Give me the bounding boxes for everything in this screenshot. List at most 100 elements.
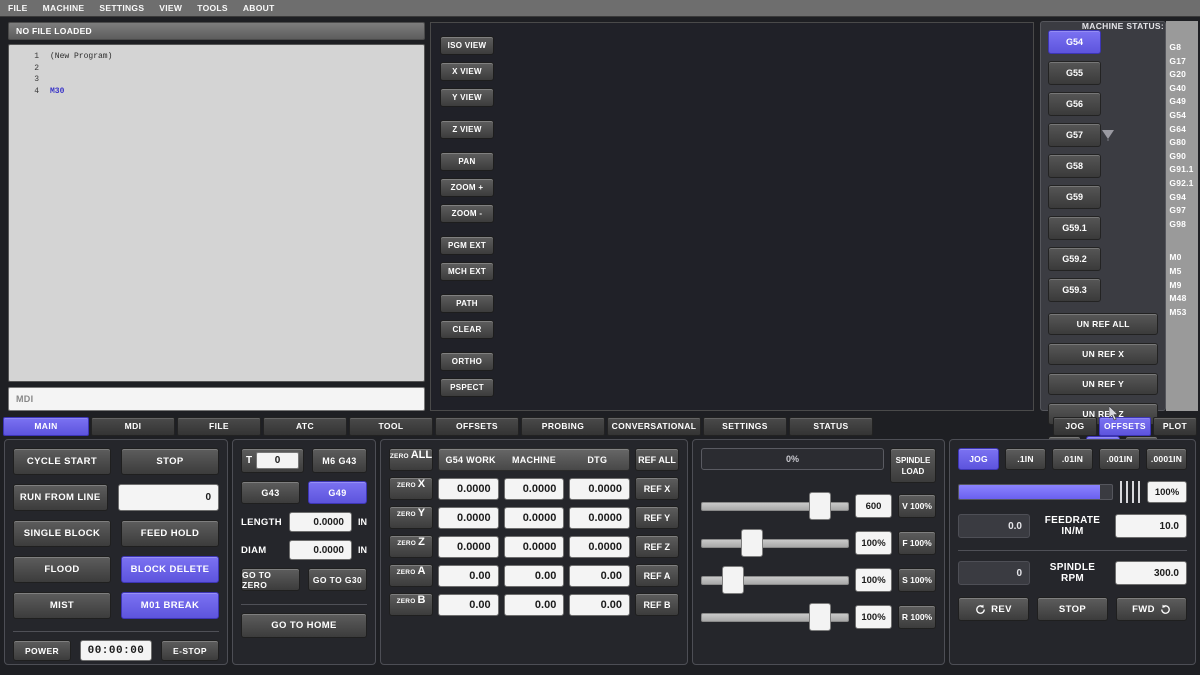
spindle-rev-button[interactable]: REV xyxy=(958,597,1029,621)
tool-length-input[interactable]: 0.0000 xyxy=(289,512,352,532)
tab-settings[interactable]: SETTINGS xyxy=(703,416,787,436)
dro-a-machine[interactable]: 0.00 xyxy=(503,564,565,587)
ref-a-button[interactable]: REF A xyxy=(635,564,679,587)
tab-atc[interactable]: ATC xyxy=(263,416,347,436)
dro-y-machine[interactable]: 0.0000 xyxy=(503,506,565,529)
menu-item-tools[interactable]: TOOLS xyxy=(195,2,230,14)
tab-offsets[interactable]: OFFSETS xyxy=(435,416,519,436)
slider-thumb[interactable] xyxy=(809,492,832,520)
g43-button[interactable]: G43 xyxy=(241,481,300,504)
dro-z-work[interactable]: 0.0000 xyxy=(438,535,499,558)
zero-z-button[interactable]: ZERO Z xyxy=(389,535,433,558)
feed-value[interactable]: 100% xyxy=(855,531,892,555)
work-offset-g55[interactable]: G55 xyxy=(1048,61,1101,85)
un-ref-x-button[interactable]: UN REF X xyxy=(1048,343,1159,365)
jog-rate-bar[interactable] xyxy=(958,484,1113,500)
ref-y-button[interactable]: REF Y xyxy=(635,506,679,529)
jog-rate-percent[interactable]: 100% xyxy=(1147,481,1187,503)
ortho-button[interactable]: ORTHO xyxy=(440,352,494,371)
spindle-value[interactable]: 100% xyxy=(855,568,892,592)
tab-right-offsets[interactable]: OFFSETS xyxy=(1099,416,1151,436)
pan-button[interactable]: PAN xyxy=(440,152,494,171)
work-offset-g59-1[interactable]: G59.1 xyxy=(1048,216,1101,240)
m6-g43-button[interactable]: M6 G43 xyxy=(312,448,367,473)
tool-number-input[interactable]: 0 xyxy=(256,452,299,469)
zero-y-button[interactable]: ZERO Y xyxy=(389,506,433,529)
tool-number-box[interactable]: T 0 xyxy=(241,448,304,473)
slider-thumb[interactable] xyxy=(809,603,832,631)
single-block-button[interactable]: SINGLE BLOCK xyxy=(13,520,111,547)
y-view-button[interactable]: Y VIEW xyxy=(440,88,494,107)
zero-a-button[interactable]: ZERO A xyxy=(389,564,433,587)
feedrate-target[interactable]: 10.0 xyxy=(1115,514,1187,538)
feed-override-button[interactable]: F 100% xyxy=(898,531,936,555)
tab-probing[interactable]: PROBING xyxy=(521,416,605,436)
gcode-editor[interactable]: 1 (New Program) 2 3 4 M30 xyxy=(8,44,425,382)
spindle-stop-button[interactable]: STOP xyxy=(1037,597,1108,621)
dro-b-work[interactable]: 0.00 xyxy=(438,593,499,616)
un-ref-all-button[interactable]: UN REF ALL xyxy=(1048,313,1159,335)
spindle-override-button[interactable]: S 100% xyxy=(898,568,936,592)
tab-jog[interactable]: JOG xyxy=(1053,416,1097,436)
z-view-button[interactable]: Z VIEW xyxy=(440,120,494,139)
clear-button[interactable]: CLEAR xyxy=(440,320,494,339)
zero-b-button[interactable]: ZERO B xyxy=(389,593,433,616)
tab-file[interactable]: FILE xyxy=(177,416,261,436)
mch-ext-button[interactable]: MCH EXT xyxy=(440,262,494,281)
dro-a-dtg[interactable]: 0.00 xyxy=(569,564,631,587)
work-offset-g57[interactable]: G57 xyxy=(1048,123,1101,147)
spindle-fwd-button[interactable]: FWD xyxy=(1116,597,1187,621)
tab-plot[interactable]: PLOT xyxy=(1153,416,1197,436)
velocity-value[interactable]: 600 xyxy=(855,494,892,518)
flood-button[interactable]: FLOOD xyxy=(13,556,111,583)
go-to-zero-button[interactable]: GO TO ZERO xyxy=(241,568,300,591)
run-from-line-button[interactable]: RUN FROM LINE xyxy=(13,484,108,511)
jog-increment-1in[interactable]: .1IN xyxy=(1005,448,1046,470)
ref-z-button[interactable]: REF Z xyxy=(635,535,679,558)
zero-all-button[interactable]: ZERO ALL xyxy=(389,448,433,471)
stop-button[interactable]: STOP xyxy=(121,448,219,475)
jog-increment-001in[interactable]: .001IN xyxy=(1099,448,1140,470)
menu-item-about[interactable]: ABOUT xyxy=(241,2,277,14)
velocity-override-button[interactable]: V 100% xyxy=(898,494,936,518)
menu-item-machine[interactable]: MACHINE xyxy=(41,2,87,14)
block-delete-button[interactable]: BLOCK DELETE xyxy=(121,556,219,583)
menu-item-settings[interactable]: SETTINGS xyxy=(97,2,146,14)
jog-increment-0001in[interactable]: .0001IN xyxy=(1146,448,1187,470)
slider-thumb[interactable] xyxy=(721,566,744,594)
x-view-button[interactable]: X VIEW xyxy=(440,62,494,81)
tool-diam-input[interactable]: 0.0000 xyxy=(289,540,352,560)
pspect-button[interactable]: PSPECT xyxy=(440,378,494,397)
e-stop-button[interactable]: E-STOP xyxy=(161,640,219,661)
dro-z-machine[interactable]: 0.0000 xyxy=(503,535,565,558)
rapid-value[interactable]: 100% xyxy=(855,605,892,629)
dro-x-dtg[interactable]: 0.0000 xyxy=(569,477,631,500)
un-ref-y-button[interactable]: UN REF Y xyxy=(1048,373,1159,395)
dro-b-machine[interactable]: 0.00 xyxy=(503,593,565,616)
tab-status[interactable]: STATUS xyxy=(789,416,873,436)
work-offset-g56[interactable]: G56 xyxy=(1048,92,1101,116)
jog-increment-01in[interactable]: .01IN xyxy=(1052,448,1093,470)
work-offset-g54[interactable]: G54 xyxy=(1048,30,1101,54)
zero-x-button[interactable]: ZERO X xyxy=(389,477,433,500)
work-offset-g59[interactable]: G59 xyxy=(1048,185,1101,209)
dro-y-work[interactable]: 0.0000 xyxy=(438,506,499,529)
rapid-slider[interactable] xyxy=(701,603,849,631)
mdi-input[interactable]: MDI xyxy=(8,387,425,411)
path-button[interactable]: PATH xyxy=(440,294,494,313)
ref-b-button[interactable]: REF B xyxy=(635,593,679,616)
dro-x-machine[interactable]: 0.0000 xyxy=(503,477,565,500)
toolpath-canvas[interactable] xyxy=(503,23,1119,421)
go-to-home-button[interactable]: GO TO HOME xyxy=(241,613,367,638)
slider-thumb[interactable] xyxy=(741,529,764,557)
mist-button[interactable]: MIST xyxy=(13,592,111,619)
menu-item-view[interactable]: VIEW xyxy=(157,2,184,14)
dro-b-dtg[interactable]: 0.00 xyxy=(569,593,631,616)
g49-button[interactable]: G49 xyxy=(308,481,367,504)
ref-x-button[interactable]: REF X xyxy=(635,477,679,500)
work-offset-g59-2[interactable]: G59.2 xyxy=(1048,247,1101,271)
pgm-ext-button[interactable]: PGM EXT xyxy=(440,236,494,255)
go-to-g30-button[interactable]: GO TO G30 xyxy=(308,568,367,591)
tab-mdi[interactable]: MDI xyxy=(91,416,175,436)
spindle-slider[interactable] xyxy=(701,566,849,594)
